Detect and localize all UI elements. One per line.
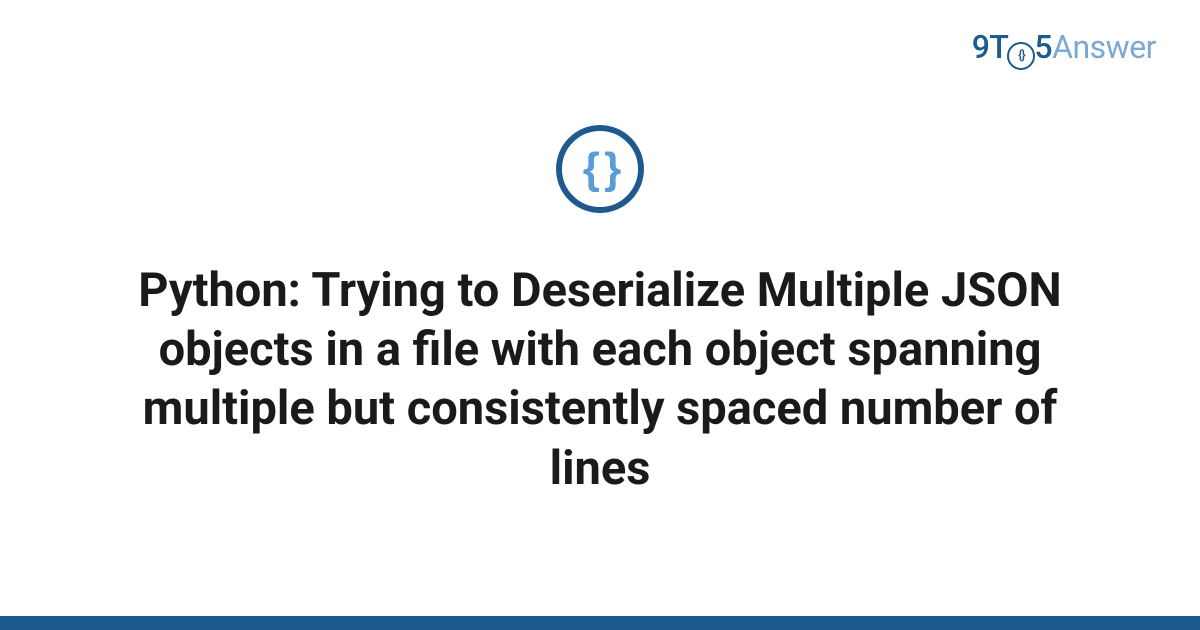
brand-answer: Answer xyxy=(1052,28,1156,66)
brand-braces-icon: {} xyxy=(1018,48,1025,63)
braces-icon: { } xyxy=(583,144,617,194)
main-content: { } Python: Trying to Deserialize Multip… xyxy=(0,125,1200,498)
footer-accent-bar xyxy=(0,616,1200,630)
json-icon-circle: { } xyxy=(556,125,644,213)
brand-9t: 9T xyxy=(972,28,1009,66)
page-title: Python: Trying to Deserialize Multiple J… xyxy=(75,261,1125,498)
brand-5: 5 xyxy=(1034,28,1052,66)
brand-logo-circle: {} xyxy=(1007,42,1035,70)
site-brand: 9T {} 5Answer xyxy=(972,28,1156,69)
